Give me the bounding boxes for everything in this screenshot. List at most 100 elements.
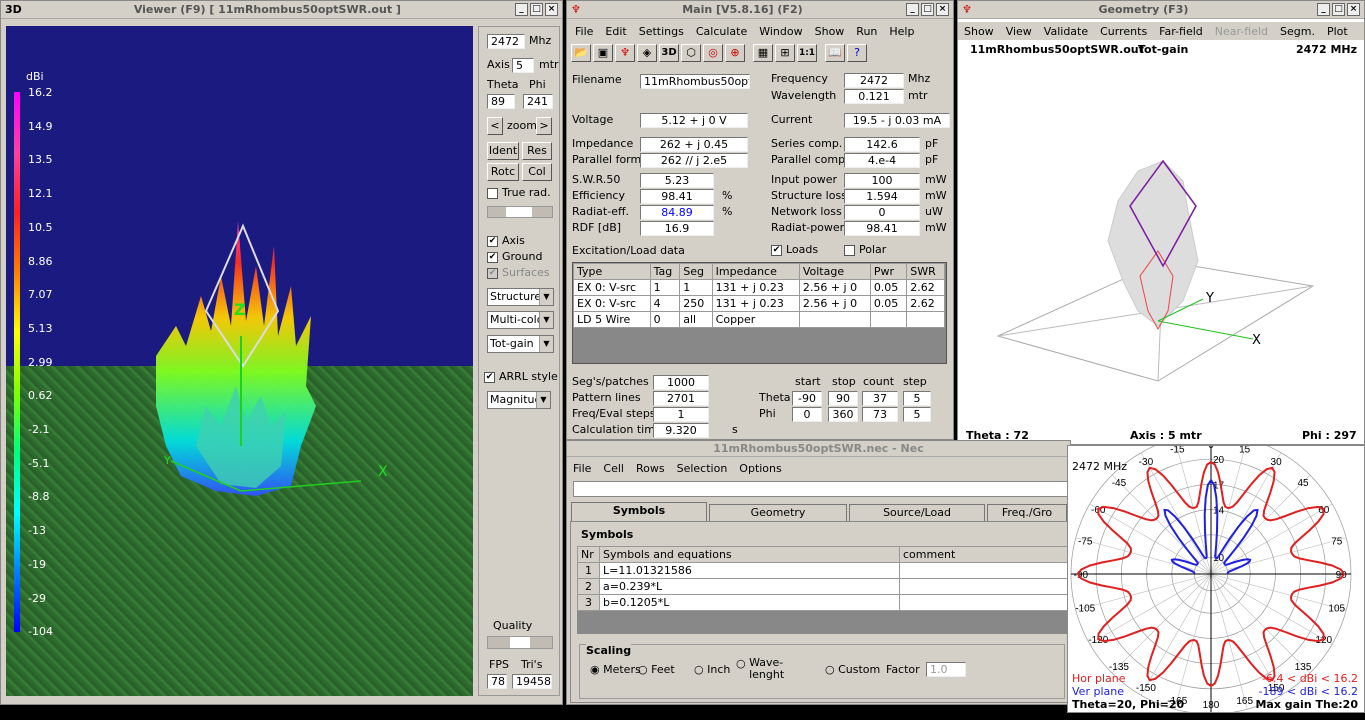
table-cell[interactable]: 0.05 <box>869 295 908 312</box>
theta-start[interactable]: -90 <box>792 391 822 406</box>
viewer-titlebar[interactable]: 3D Viewer (F9) [ 11mRhombus50optSWR.out … <box>1 1 562 19</box>
close-icon[interactable]: × <box>936 3 949 16</box>
table-cell[interactable]: 0.05 <box>869 279 908 296</box>
phi-step[interactable]: 5 <box>903 407 931 422</box>
theta-count[interactable]: 37 <box>862 391 898 406</box>
factor-field[interactable]: 1.0 <box>926 662 966 677</box>
quality-slider[interactable] <box>487 636 553 649</box>
phi-start[interactable]: 0 <box>792 407 822 422</box>
loads-checkbox[interactable]: ✔ Loads <box>771 243 818 256</box>
gain-type-select[interactable]: Tot-gain ▼ <box>487 335 554 353</box>
polar-checkbox[interactable]: Polar <box>844 243 886 256</box>
table-cell[interactable] <box>798 311 871 328</box>
table-row[interactable]: 3 b=0.1205*L <box>577 594 1069 611</box>
table-cell[interactable] <box>899 578 1069 595</box>
theta-input[interactable]: 89 <box>487 94 515 109</box>
phi-stop[interactable]: 360 <box>828 407 858 422</box>
zoom-in-button[interactable]: > <box>536 117 552 135</box>
table-cell[interactable]: 2.62 <box>906 295 945 312</box>
table-cell[interactable]: 0 <box>649 311 681 328</box>
menu-help[interactable]: Help <box>883 25 920 38</box>
table-row[interactable]: EX 0: V-src 1 1 131 + j 0.23 2.56 + j 0 0.05 2… <box>573 279 945 296</box>
table-cell[interactable]: a=0.239*L <box>599 578 900 595</box>
table-cell[interactable]: EX 0: V-src <box>573 279 651 296</box>
menu-currents[interactable]: Currents <box>1094 25 1153 38</box>
table-cell[interactable]: 131 + j 0.23 <box>711 295 800 312</box>
cube-icon[interactable]: ◈ <box>637 44 657 62</box>
magnitude-select[interactable]: Magnitud ▼ <box>487 391 551 409</box>
table-cell[interactable] <box>906 311 945 328</box>
quality-slider-thumb[interactable] <box>510 637 530 648</box>
theta-step[interactable]: 5 <box>903 391 931 406</box>
table-cell[interactable]: L=11.01321586 <box>599 562 900 579</box>
menu-file[interactable]: File <box>569 25 599 38</box>
menu-rows[interactable]: Rows <box>630 462 671 475</box>
menu-far-field[interactable]: Far-field <box>1153 25 1209 38</box>
maximize-icon[interactable]: □ <box>921 3 934 16</box>
menu-show[interactable]: Show <box>958 25 1000 38</box>
table-cell[interactable]: 131 + j 0.23 <box>711 279 800 296</box>
filename-field[interactable]: 11mRhombus50optSW <box>640 74 750 89</box>
wavelength-radio[interactable]: ○ Wave- lenght <box>736 657 784 681</box>
geometry-plot[interactable] <box>958 61 1365 441</box>
menu-view[interactable]: View <box>1000 25 1038 38</box>
table-cell[interactable]: LD 5 Wire <box>573 311 651 328</box>
table-cell[interactable]: 2 <box>577 578 600 595</box>
frequency-field[interactable]: 2472 <box>844 73 904 88</box>
table-cell[interactable]: 1 <box>577 562 600 579</box>
excitation-table[interactable]: Type Tag Seg Impedance Voltage Pwr SWR EX 0: V-… <box>573 263 945 328</box>
menu-validate[interactable]: Validate <box>1038 25 1094 38</box>
phi-count[interactable]: 73 <box>862 407 898 422</box>
table-cell[interactable]: Copper <box>711 311 800 328</box>
menu-near-field[interactable]: Near-field <box>1209 25 1274 38</box>
close-icon[interactable]: × <box>545 3 558 16</box>
geometry-titlebar[interactable]: ♆ Geometry (F3) _ □ × <box>958 1 1364 19</box>
table-cell[interactable] <box>899 594 1069 611</box>
slider-track[interactable] <box>487 206 553 218</box>
meters-radio[interactable]: ◉ Meters <box>590 663 641 676</box>
table-row[interactable]: 2 a=0.239*L <box>577 578 1069 595</box>
minimize-icon[interactable]: _ <box>1317 3 1330 16</box>
maximize-icon[interactable]: □ <box>530 3 543 16</box>
symbols-table[interactable]: Nr Symbols and equations comment 1 L=11.0132… <box>577 546 1069 611</box>
table-cell[interactable]: 2.56 + j 0 <box>798 279 871 296</box>
inch-radio[interactable]: ○ Inch <box>694 663 730 676</box>
ratio-icon[interactable]: 1:1 <box>797 44 817 62</box>
table-cell[interactable] <box>869 311 908 328</box>
table-cell[interactable]: 1 <box>649 279 681 296</box>
table-cell[interactable]: EX 0: V-src <box>573 295 651 312</box>
phi-input[interactable]: 241 <box>523 94 553 109</box>
table-row[interactable]: EX 0: V-src 4 250 131 + j 0.23 2.56 + j 0 0.0… <box>573 295 945 312</box>
arrl-checkbox[interactable]: ✔ ARRL style <box>484 370 558 383</box>
editor-formula-bar[interactable] <box>573 481 1068 497</box>
close-icon[interactable]: × <box>1347 3 1360 16</box>
minimize-icon[interactable]: _ <box>515 3 528 16</box>
tab-freq-gro[interactable]: Freq./Gro <box>987 504 1067 522</box>
menu-segm-[interactable]: Segm. <box>1274 25 1321 38</box>
target-icon[interactable]: ◎ <box>703 44 723 62</box>
menu-cell[interactable]: Cell <box>597 462 630 475</box>
ident-button[interactable]: Ident <box>487 142 519 160</box>
menu-edit[interactable]: Edit <box>599 25 632 38</box>
true-rad-checkbox[interactable]: True rad. <box>487 186 551 199</box>
windows-icon[interactable]: ▣ <box>593 44 613 62</box>
tab-source-load[interactable]: Source/Load <box>849 504 985 522</box>
menu-calculate[interactable]: Calculate <box>690 25 753 38</box>
table-row[interactable]: LD 5 Wire 0 all Copper <box>573 311 945 328</box>
maximize-icon[interactable]: □ <box>1332 3 1345 16</box>
structure-select[interactable]: Structure ▼ <box>487 288 554 306</box>
polar-icon[interactable]: ⊕ <box>725 44 745 62</box>
table-cell[interactable]: 4 <box>649 295 681 312</box>
geometry-icon[interactable]: ⬡ <box>681 44 701 62</box>
segs-field[interactable]: 1000 <box>653 375 709 390</box>
main-titlebar[interactable]: ♆ Main [V5.8.16] (F2) _ □ × <box>567 1 953 19</box>
table-cell[interactable]: 2.62 <box>906 279 945 296</box>
menu-settings[interactable]: Settings <box>633 25 690 38</box>
rotc-button[interactable]: Rotc <box>487 163 519 181</box>
custom-radio[interactable]: ○ Custom <box>825 663 880 676</box>
ground-checkbox[interactable]: ✔ Ground <box>487 250 542 263</box>
network-icon[interactable]: ⊞ <box>775 44 795 62</box>
table-cell[interactable]: all <box>679 311 713 328</box>
menu-window[interactable]: Window <box>753 25 808 38</box>
tab-symbols[interactable]: Symbols <box>571 502 707 522</box>
